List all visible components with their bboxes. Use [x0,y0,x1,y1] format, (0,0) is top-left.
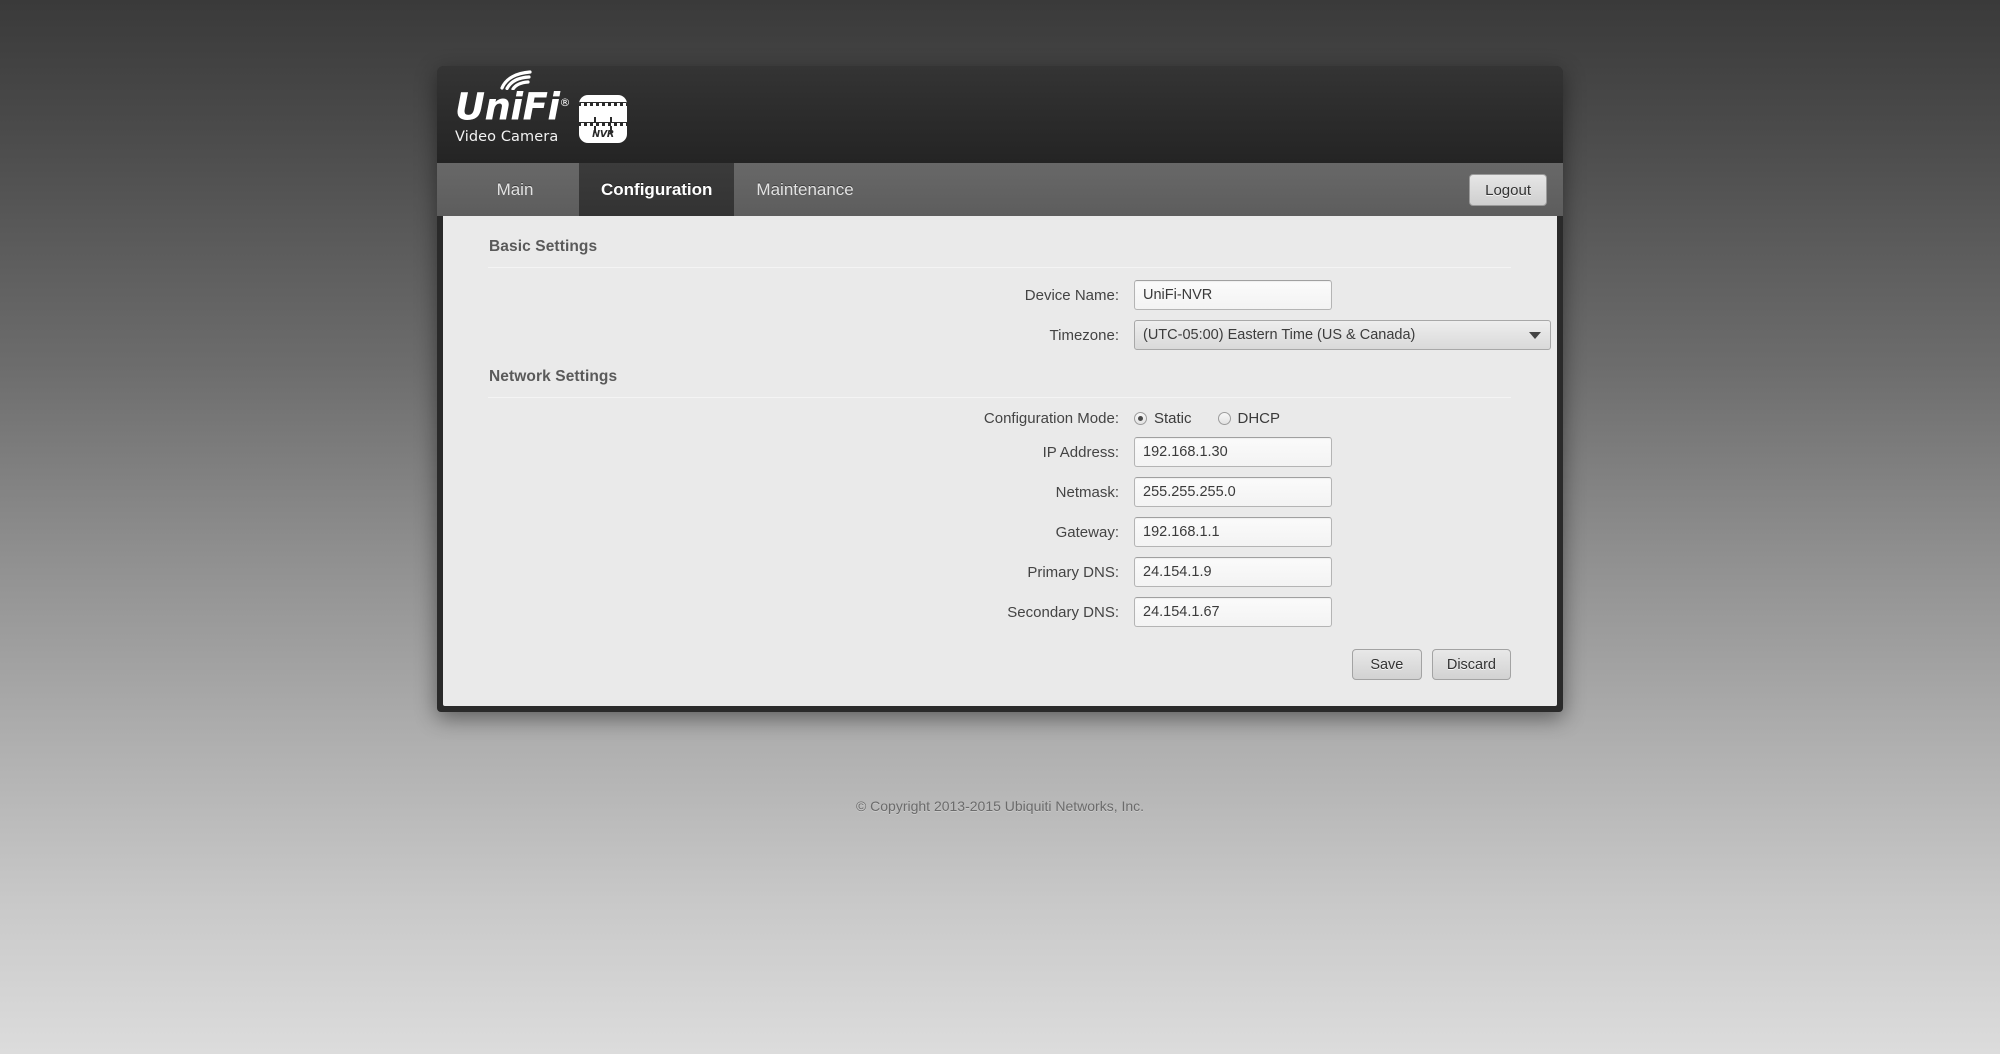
tab-main[interactable]: Main [451,163,579,216]
configuration-content: Basic Settings Device Name: Timezone: (U… [443,216,1557,706]
registered-mark-icon: ® [559,96,571,109]
configuration-mode-label: Configuration Mode: [983,410,1119,427]
filmstrip-holes-bottom [579,122,627,126]
device-name-input[interactable] [1134,280,1332,310]
netmask-label: Netmask: [1055,483,1119,501]
gateway-label: Gateway: [1055,523,1119,541]
gateway-row: Gateway: [443,517,1557,547]
save-button[interactable]: Save [1351,649,1422,680]
basic-settings-title: Basic Settings [489,238,598,255]
nvr-badge-label: NVR [592,129,614,141]
primary-dns-input[interactable] [1134,557,1332,587]
copyright-footer: © Copyright 2013-2015 Ubiquiti Networks,… [855,798,1145,814]
netmask-input[interactable] [1134,477,1332,507]
radio-dhcp[interactable]: DHCP [1217,410,1281,427]
wifi-signal-icon [500,70,532,90]
primary-dns-label: Primary DNS: [1027,563,1119,581]
secondary-dns-row: Secondary DNS: [443,597,1557,627]
brand-header: UniFi® Video Camera NVR [437,66,1563,163]
chevron-down-icon [1529,332,1541,339]
logout-button[interactable]: Logout [1469,174,1547,206]
radio-dhcp-dot-icon [1217,412,1231,425]
device-name-row: Device Name: [443,280,1557,310]
basic-settings-form: Device Name: Timezone: (UTC-05:00) Easte… [443,268,1557,350]
tab-configuration[interactable]: Configuration [579,163,735,216]
tab-maintenance[interactable]: Maintenance [734,163,875,216]
gateway-input[interactable] [1134,517,1332,547]
form-actions: Save Discard [443,649,1557,680]
app-panel: UniFi® Video Camera NVR Main Configurati… [437,66,1563,712]
configuration-mode-radio-group: Static DHCP [1134,410,1306,427]
device-name-label: Device Name: [1024,286,1119,304]
brand-subtitle: Video Camera [455,129,559,146]
timezone-row: Timezone: (UTC-05:00) Eastern Time (US &… [443,320,1557,350]
timezone-select-wrap[interactable]: (UTC-05:00) Eastern Time (US & Canada) [1134,320,1551,350]
ip-address-row: IP Address: [443,437,1557,467]
discard-button[interactable]: Discard [1431,649,1511,680]
secondary-dns-input[interactable] [1134,597,1332,627]
secondary-dns-label: Secondary DNS: [1007,603,1119,621]
network-settings-title: Network Settings [489,368,618,385]
netmask-row: Netmask: [443,477,1557,507]
configuration-mode-row: Configuration Mode: Static DHCP [443,410,1557,427]
ip-address-input[interactable] [1134,437,1332,467]
radio-static-label: Static [1154,410,1192,427]
timezone-label: Timezone: [1049,326,1119,344]
radio-static-dot-icon [1134,412,1147,425]
brand-logo-text: UniFi® Video Camera [455,70,571,146]
brand-name-text: UniFi [455,85,560,129]
radio-dhcp-label: DHCP [1237,410,1281,427]
radio-static[interactable]: Static [1134,410,1192,427]
ip-address-label: IP Address: [1042,443,1119,461]
network-settings-form: Configuration Mode: Static DHCP IP Addre… [443,398,1557,627]
timezone-select[interactable]: (UTC-05:00) Eastern Time (US & Canada) [1134,320,1551,350]
brand-logo: UniFi® Video Camera NVR [455,70,628,146]
filmstrip-holes-top [579,102,627,106]
nvr-filmstrip-icon: NVR [579,95,628,144]
primary-dns-row: Primary DNS: [443,557,1557,587]
tab-bar: Main Configuration Maintenance Logout [437,163,1563,216]
